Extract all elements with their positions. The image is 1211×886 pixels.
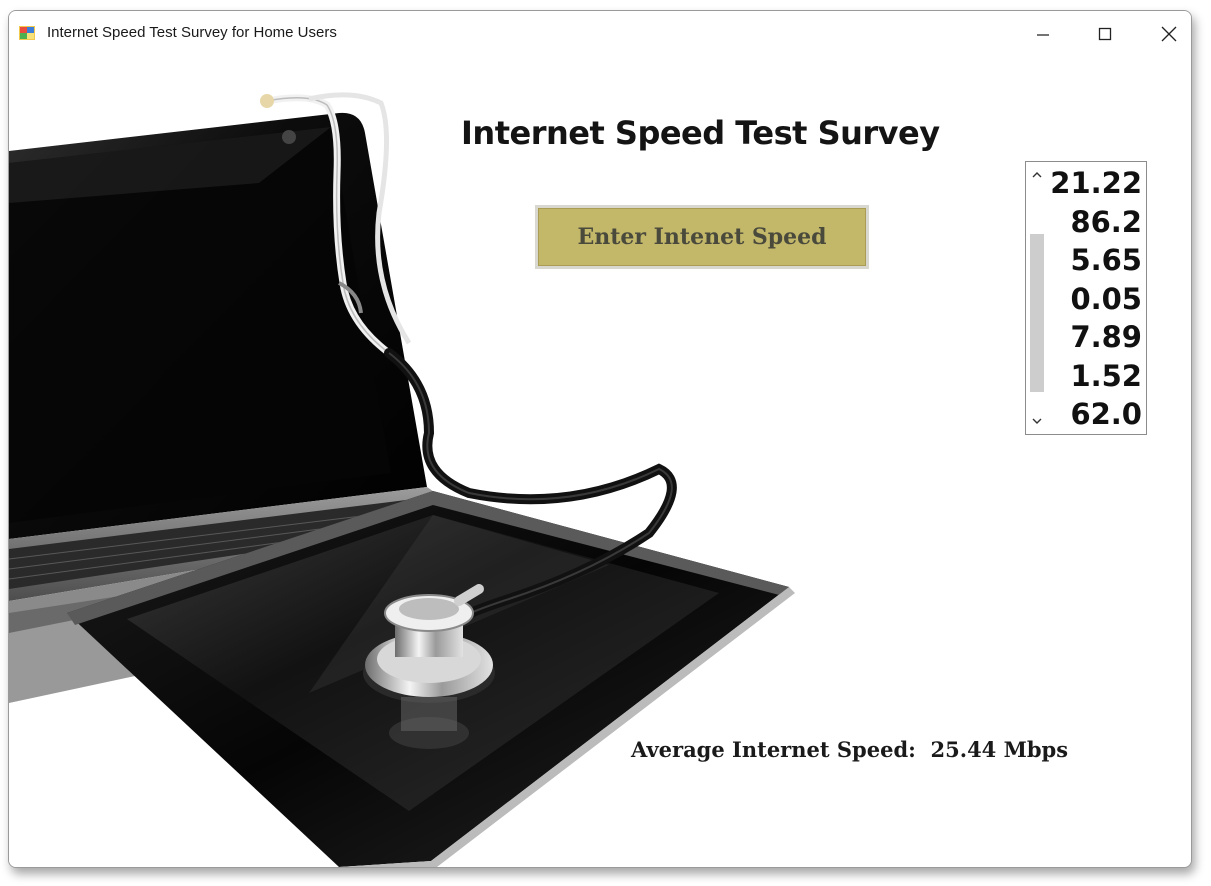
average-speed-value: 25.44 Mbps [930,737,1069,762]
listbox-scrollbar[interactable] [1026,162,1048,434]
form-client-area: Internet Speed Test Survey Enter Intenet… [9,53,1191,867]
app-window: Internet Speed Test Survey for Home User… [8,10,1192,868]
title-bar[interactable]: Internet Speed Test Survey for Home User… [9,11,1191,53]
list-item[interactable]: 1.52 [1050,357,1142,396]
close-button[interactable] [1149,19,1189,49]
average-speed-label: Average Internet Speed: [631,737,916,762]
scroll-up-button[interactable] [1026,164,1048,186]
scroll-thumb[interactable] [1030,234,1044,392]
list-item[interactable]: 5.65 [1050,241,1142,280]
close-icon [1161,26,1177,42]
list-item[interactable]: 0.05 [1050,280,1142,319]
list-item[interactable]: 21.22 [1050,164,1142,203]
survey-heading: Internet Speed Test Survey [461,114,940,152]
maximize-button[interactable] [1085,19,1125,49]
speed-listbox[interactable]: 21.22 86.2 5.65 0.05 7.89 1.52 62.0 [1025,161,1147,435]
minimize-icon [1037,34,1049,36]
scroll-down-button[interactable] [1026,410,1048,432]
chevron-down-icon [1032,418,1042,424]
maximize-icon [1098,27,1112,41]
enter-speed-button[interactable]: Enter Intenet Speed [535,205,869,269]
minimize-button[interactable] [1023,19,1063,49]
list-item[interactable]: 86.2 [1050,203,1142,242]
window-title: Internet Speed Test Survey for Home User… [47,24,337,41]
average-speed-row: Average Internet Speed: 25.44 Mbps [631,737,1068,762]
label-spacer [916,737,931,762]
list-item[interactable]: 62.0 [1050,395,1142,434]
chevron-up-icon [1032,172,1042,178]
form-app-icon [19,26,35,40]
speed-list-items: 21.22 86.2 5.65 0.05 7.89 1.52 62.0 [1050,164,1142,434]
list-item[interactable]: 7.89 [1050,318,1142,357]
